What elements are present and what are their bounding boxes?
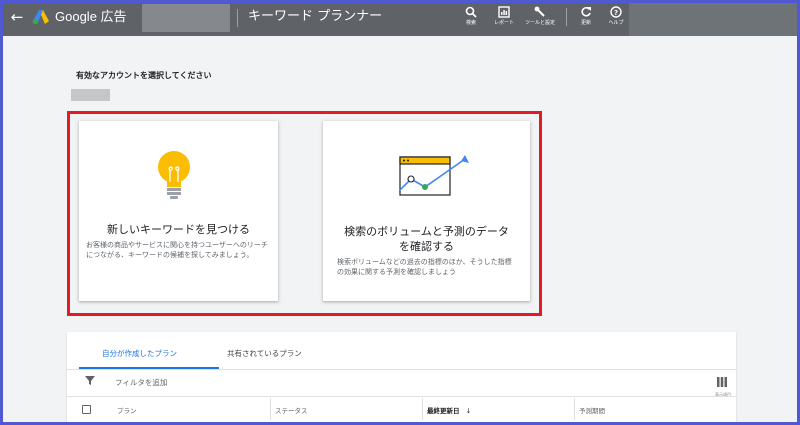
top-app-bar: ← Google 広告 キーワード プランナー 検索 レポート ツールと設定 更…: [0, 0, 800, 36]
tools-divider: [566, 8, 567, 26]
google-ads-logo-icon[interactable]: [32, 9, 50, 25]
header-divider: [237, 9, 238, 27]
column-separator: [574, 398, 575, 420]
report-button[interactable]: レポート: [488, 4, 520, 36]
columns-button[interactable]: 表示項目: [715, 372, 731, 398]
account-prompt: 有効なアカウントを選択してください: [76, 71, 212, 80]
page-title: キーワード プランナー: [248, 9, 383, 24]
find-keywords-description: お客様の商品やサービスに関心を持つユーザーへのリーチにつながる、キーワードの候補…: [86, 241, 268, 259]
help-icon: ?: [610, 6, 622, 18]
tools-settings-label: ツールと設定: [524, 20, 555, 26]
account-selector[interactable]: [142, 4, 230, 32]
column-separator: [270, 398, 271, 420]
account-chip[interactable]: [71, 89, 110, 101]
filter-divider: [67, 396, 736, 397]
lightbulb-icon: [158, 151, 190, 199]
help-button[interactable]: ? ヘルプ: [600, 4, 632, 36]
columns-label: 表示項目: [715, 392, 731, 397]
search-icon: [465, 6, 477, 18]
trend-chart-icon: [399, 155, 469, 196]
column-header-last-modified[interactable]: 最終更新日 ↓: [427, 405, 471, 415]
plans-panel: 自分が作成したプラン 共有されているプラン フィルタを追加 表示項目 プラン ス…: [67, 332, 736, 425]
forecast-description: 検索ボリュームなどの過去の指標のほか、そうした指標の効果に関する予測を確認しまし…: [337, 258, 512, 276]
tab-divider: [67, 369, 736, 370]
find-keywords-card[interactable]: 新しいキーワードを見つける お客様の商品やサービスに関心を持つユーザーへのリーチ…: [79, 121, 278, 301]
find-keywords-title: 新しいキーワードを見つける: [107, 223, 250, 236]
refresh-button[interactable]: 更新: [570, 4, 602, 36]
column-separator: [422, 398, 423, 420]
add-filter-button[interactable]: フィルタを追加: [115, 377, 167, 388]
last-modified-label: 最終更新日: [427, 407, 460, 415]
column-header-status[interactable]: ステータス: [275, 405, 308, 415]
account-info-area[interactable]: [629, 0, 800, 36]
report-label: レポート: [493, 20, 514, 26]
forecast-title-line1: 検索のボリュームと予測のデータ: [344, 225, 509, 238]
columns-icon: [717, 377, 727, 387]
tab-shared-plans[interactable]: 共有されているプラン: [227, 348, 302, 359]
brand-name[interactable]: Google 広告: [55, 9, 127, 25]
search-label: 検索: [465, 20, 476, 26]
column-header-forecast-period[interactable]: 予測期間: [579, 405, 605, 415]
svg-text:?: ?: [614, 9, 618, 17]
select-all-checkbox[interactable]: [82, 405, 91, 414]
forecast-title: 検索のボリュームと予測のデータ を確認する: [323, 224, 530, 254]
forecast-title-line2: を確認する: [399, 240, 454, 253]
arrow-back-icon[interactable]: ←: [9, 9, 25, 25]
refresh-label: 更新: [580, 20, 591, 26]
wrench-icon: [534, 6, 545, 17]
tab-my-plans[interactable]: 自分が作成したプラン: [102, 348, 177, 359]
help-label: ヘルプ: [608, 20, 624, 26]
forecast-card[interactable]: 検索のボリュームと予測のデータ を確認する 検索ボリュームなどの過去の指標のほか…: [323, 121, 530, 301]
filter-icon[interactable]: [85, 376, 95, 385]
search-button[interactable]: 検索: [455, 4, 487, 36]
report-icon: [498, 6, 510, 18]
column-header-plan[interactable]: プラン: [117, 405, 137, 415]
sort-arrow-down-icon: ↓: [465, 407, 472, 415]
refresh-icon: [581, 7, 591, 17]
tools-settings-button[interactable]: ツールと設定: [524, 4, 556, 36]
